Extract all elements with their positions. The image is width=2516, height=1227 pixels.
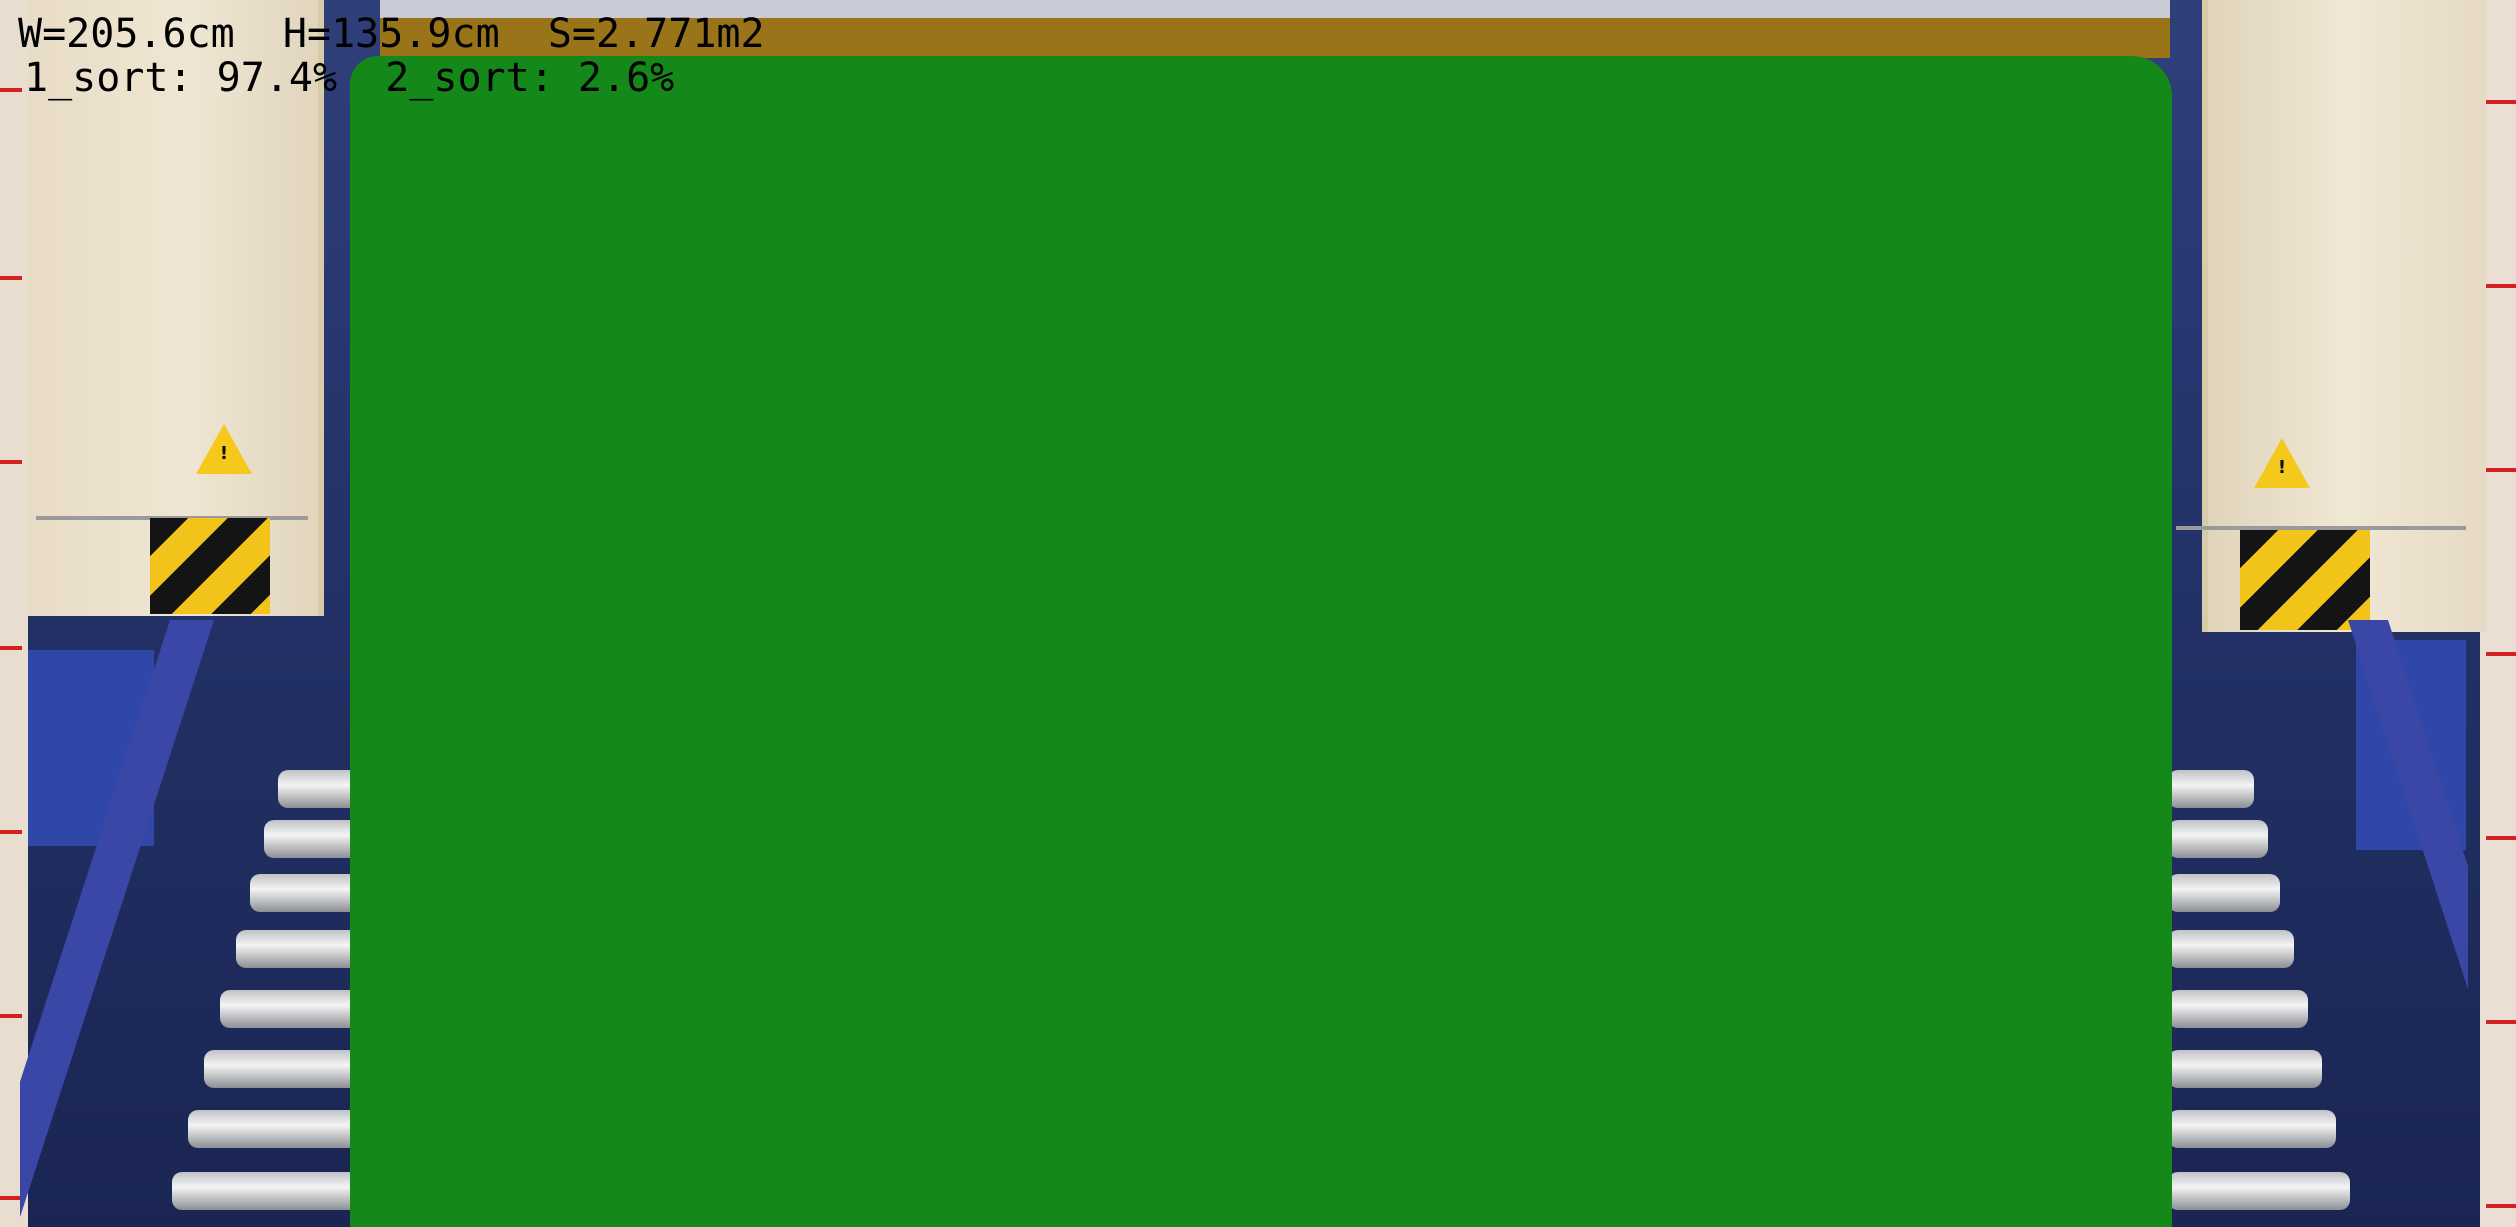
hazard-stripes-right [2240,530,2370,630]
sort-line: 1_sort: 97.4% 2_sort: 2.6% [24,56,674,100]
roller-conveyor-right [2168,620,2468,1227]
warning-triangle-icon: ! [2254,438,2310,488]
roller-conveyor-left [20,620,350,1227]
sort1-readout: 1_sort: 97.4% [24,55,338,101]
height-readout: H=135.9cm [282,11,500,57]
detected-panel-overlay [350,56,2172,1227]
hazard-stripes-left [150,518,270,614]
warning-triangle-icon: ! [196,424,252,474]
width-readout: W=205.6cm [18,11,235,57]
area-readout: S=2.771m2 [547,11,765,57]
camera-view: ! ! W=205.6cm H=135.9cm S=2.771m2 1_sort… [0,0,2516,1227]
sort2-readout: 2_sort: 2.6% [385,55,675,101]
measurement-line: W=205.6cm H=135.9cm S=2.771m2 [18,12,765,56]
